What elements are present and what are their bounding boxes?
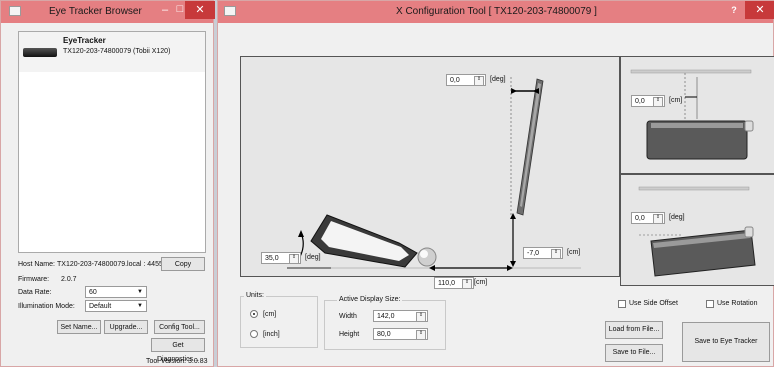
set-name-button[interactable]: Set Name... xyxy=(57,320,101,334)
config-titlebar[interactable]: X Configuration Tool [ TX120-203-7480007… xyxy=(218,1,774,23)
use-rotation-label: Use Rotation xyxy=(717,300,758,307)
rotation-value: 0,0 xyxy=(635,215,645,222)
tracker-shape xyxy=(310,214,437,268)
rotation-view-drawing xyxy=(638,186,756,277)
browser-titlebar[interactable]: Eye Tracker Browser – □ ✕ xyxy=(1,1,215,23)
spin-icon[interactable]: ⇕ xyxy=(551,249,561,259)
vertical-offset-input[interactable]: -7,0 ⇕ xyxy=(523,247,563,259)
app-icon xyxy=(224,6,236,16)
side-offset-value: 0,0 xyxy=(635,98,645,105)
browser-close-icon[interactable]: ✕ xyxy=(185,1,215,19)
spin-icon[interactable]: ⇕ xyxy=(653,214,663,224)
height-value: 80,0 xyxy=(377,331,391,338)
minimize-icon[interactable]: – xyxy=(159,4,171,16)
config-title: X Configuration Tool [ TX120-203-7480007… xyxy=(396,6,597,17)
unit-inch-label: [inch] xyxy=(263,331,280,338)
config-close-icon[interactable]: ✕ xyxy=(745,1,774,19)
width-value: 142,0 xyxy=(377,313,395,320)
tracker-angle-value: 35,0 xyxy=(265,255,279,262)
spin-icon[interactable]: ⇕ xyxy=(653,97,663,107)
data-rate-value: 60 xyxy=(89,289,97,296)
units-label: Units: xyxy=(244,292,266,299)
data-rate-label: Data Rate: xyxy=(18,289,52,296)
tracker-angle-input[interactable]: 35,0 ⇕ xyxy=(261,252,301,264)
help-icon[interactable]: ? xyxy=(728,5,740,15)
display-size-label: Active Display Size: xyxy=(337,296,403,303)
spin-icon[interactable]: ⇕ xyxy=(289,254,299,264)
tracker-list[interactable]: EyeTracker TX120-203-74800079 (Tobii X12… xyxy=(18,31,206,253)
firmware-value: 2.0.7 xyxy=(61,276,77,283)
illumination-value: Default xyxy=(89,303,112,310)
chevron-down-icon: ▼ xyxy=(137,289,143,295)
screen-angle-unit: [deg] xyxy=(490,76,506,83)
config-tool-button[interactable]: Config Tool... xyxy=(154,320,205,334)
side-view-canvas[interactable]: 0,0 ⇕ [deg] 35,0 ⇕ [deg] -7,0 ⇕ [cm] 110… xyxy=(240,56,620,289)
data-rate-select[interactable]: 60 ▼ xyxy=(85,286,147,298)
unit-inch-radio[interactable] xyxy=(250,330,258,338)
upgrade-button[interactable]: Upgrade... xyxy=(104,320,148,334)
firmware-label: Firmware: xyxy=(18,276,50,283)
top-view-drawing xyxy=(630,69,754,160)
load-from-file-button[interactable]: Load from File... xyxy=(605,321,663,339)
save-to-eye-tracker-button[interactable]: Save to Eye Tracker xyxy=(682,322,770,362)
chevron-down-icon: ▼ xyxy=(137,303,143,309)
browser-title: Eye Tracker Browser xyxy=(49,6,142,17)
tracker-angle-unit: [deg] xyxy=(305,254,321,261)
display-size-group xyxy=(324,300,446,350)
height-label: Height xyxy=(339,331,360,338)
illumination-select[interactable]: Default ▼ xyxy=(85,300,147,312)
tracker-id: TX120-203-74800079 (Tobii X120) xyxy=(63,48,171,55)
get-diagnostics-button[interactable]: Get Diagnostics... xyxy=(151,338,205,363)
app-icon xyxy=(9,6,21,16)
rotation-unit: [deg] xyxy=(669,214,685,221)
height-input[interactable]: 80,0 ⇕ xyxy=(373,328,428,340)
top-view-canvas[interactable]: 0,0 ⇕ [cm] xyxy=(620,56,774,174)
rotation-view-canvas[interactable]: 0,0 ⇕ [deg] xyxy=(620,174,774,286)
tracker-name: EyeTracker xyxy=(63,36,106,45)
spin-icon[interactable]: ⇕ xyxy=(474,76,484,86)
vertical-offset-unit: [cm] xyxy=(567,249,581,256)
vertical-offset-value: -7,0 xyxy=(527,250,540,257)
tracker-device-icon xyxy=(23,48,57,57)
copy-button[interactable]: Copy xyxy=(161,257,205,271)
eye-tracker-browser-window: Eye Tracker Browser – □ ✕ EyeTracker TX1… xyxy=(0,0,215,367)
save-to-file-button[interactable]: Save to File... xyxy=(605,344,663,362)
distance-value: 110,0 xyxy=(438,280,455,287)
units-group xyxy=(240,296,318,348)
side-offset-input[interactable]: 0,0 ⇕ xyxy=(631,95,665,107)
side-view-drawing xyxy=(287,77,581,271)
use-rotation-checkbox[interactable] xyxy=(706,300,714,308)
config-tool-window: X Configuration Tool [ TX120-203-7480007… xyxy=(217,0,774,367)
rotation-input[interactable]: 0,0 ⇕ xyxy=(631,212,665,224)
illumination-label: Illumination Mode: xyxy=(18,303,75,310)
tool-version: Tool Version: 3.0.83 xyxy=(146,358,208,365)
unit-cm-label: [cm] xyxy=(263,311,277,318)
distance-input[interactable]: 110,0 ⇕ xyxy=(434,277,474,289)
spin-icon[interactable]: ⇕ xyxy=(416,312,426,322)
screen-angle-value: 0,0 xyxy=(450,77,460,84)
host-name-value: TX120-203-74800079.local : 4455 xyxy=(57,261,163,268)
distance-unit: [cm] xyxy=(474,279,488,286)
unit-cm-radio[interactable] xyxy=(250,310,258,318)
use-side-offset-label: Use Side Offset xyxy=(629,300,678,307)
tracker-list-item[interactable]: EyeTracker TX120-203-74800079 (Tobii X12… xyxy=(19,32,205,72)
spin-icon[interactable]: ⇕ xyxy=(462,279,472,289)
use-side-offset-checkbox[interactable] xyxy=(618,300,626,308)
side-offset-unit: [cm] xyxy=(669,97,683,104)
spin-icon[interactable]: ⇕ xyxy=(416,330,426,340)
width-label: Width xyxy=(339,313,357,320)
screen-angle-input[interactable]: 0,0 ⇕ xyxy=(446,74,486,86)
host-name-label: Host Name: xyxy=(18,261,55,268)
width-input[interactable]: 142,0 ⇕ xyxy=(373,310,428,322)
